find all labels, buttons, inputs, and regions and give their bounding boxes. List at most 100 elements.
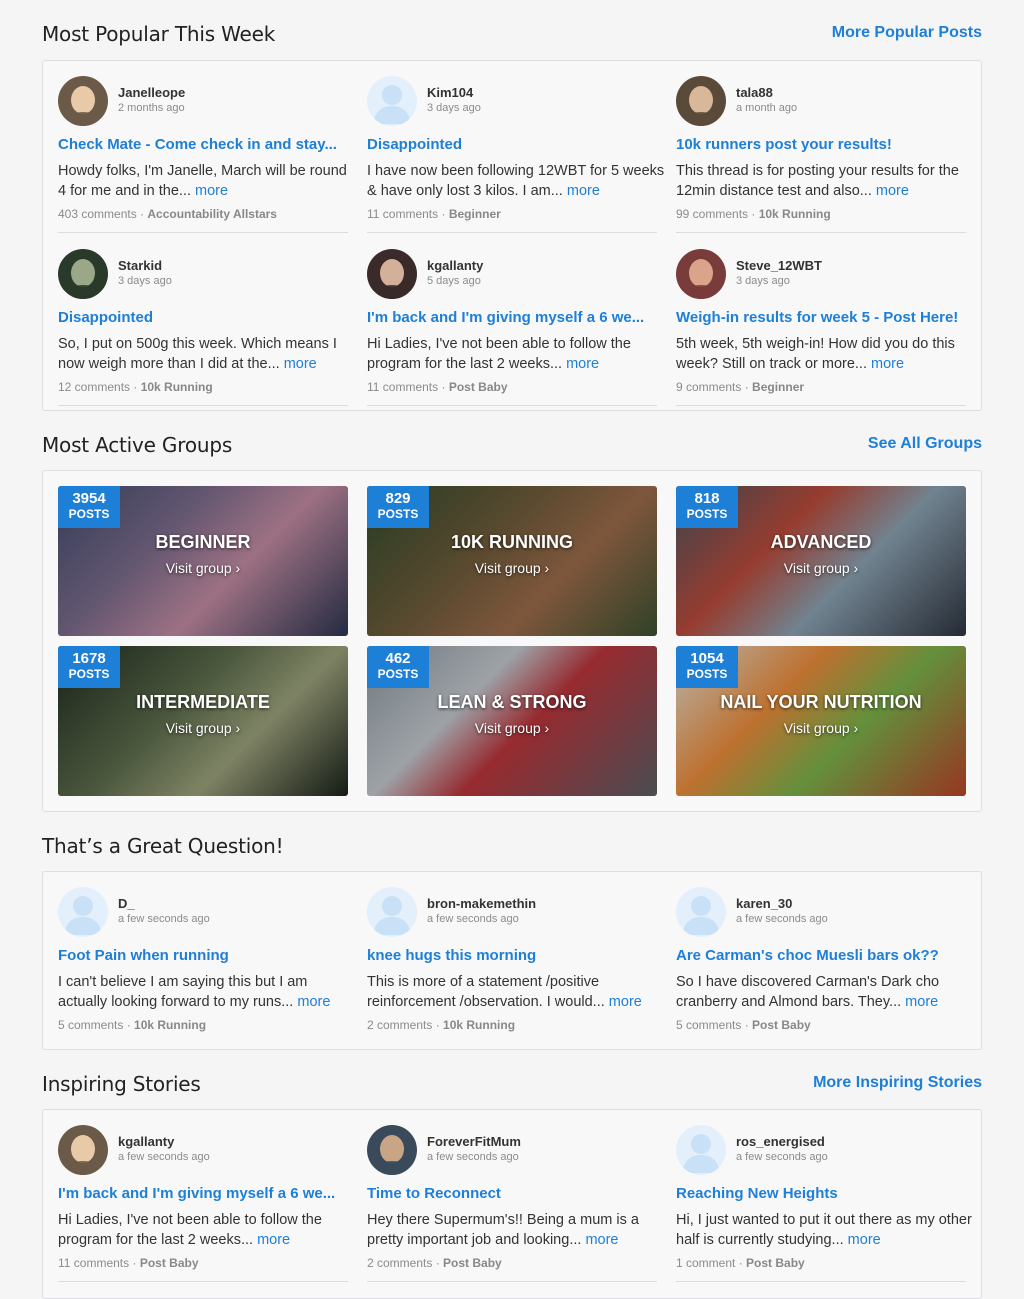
more-link[interactable]: more <box>905 994 938 1010</box>
username[interactable]: Starkid <box>118 258 162 273</box>
post-count: 1054 <box>690 650 724 667</box>
more-link[interactable]: more <box>566 356 599 372</box>
group-tile[interactable]: 818 POSTS ADVANCED Visit group › <box>676 486 966 636</box>
post-title-link[interactable]: Disappointed <box>367 136 667 153</box>
visit-group-link[interactable]: Visit group › <box>58 560 348 576</box>
comment-count[interactable]: 9 comments <box>676 380 741 394</box>
more-link[interactable]: more <box>257 1232 290 1248</box>
comment-count[interactable]: 2 comments <box>367 1018 432 1032</box>
post-title-link[interactable]: Time to Reconnect <box>367 1185 667 1202</box>
username[interactable]: Janelleope <box>118 85 185 100</box>
username[interactable]: kgallanty <box>118 1134 174 1149</box>
group-tag[interactable]: 10k Running <box>759 207 831 221</box>
avatar[interactable] <box>676 249 726 299</box>
visit-group-link[interactable]: Visit group › <box>367 720 657 736</box>
comment-count[interactable]: 1 comment <box>676 1256 735 1270</box>
more-link[interactable]: more <box>871 356 904 372</box>
comment-count[interactable]: 12 comments <box>58 380 130 394</box>
avatar[interactable] <box>58 887 108 937</box>
post-title-link[interactable]: Reaching New Heights <box>676 1185 976 1202</box>
username[interactable]: tala88 <box>736 85 773 100</box>
more-inspiring-stories-link[interactable]: More Inspiring Stories <box>813 1074 982 1092</box>
group-tag[interactable]: Beginner <box>752 380 804 394</box>
group-tag[interactable]: 10k Running <box>134 1018 206 1032</box>
username[interactable]: D_ <box>118 896 135 911</box>
username[interactable]: ros_energised <box>736 1134 825 1149</box>
username[interactable]: ForeverFitMum <box>427 1134 521 1149</box>
post-meta: 11 comments · Post Baby <box>367 380 508 394</box>
avatar[interactable] <box>367 249 417 299</box>
post-title-link[interactable]: Weigh-in results for week 5 - Post Here! <box>676 309 976 326</box>
avatar[interactable] <box>676 887 726 937</box>
post-title-link[interactable]: I'm back and I'm giving myself a 6 we... <box>367 309 667 326</box>
group-tile[interactable]: 829 POSTS 10K RUNNING Visit group › <box>367 486 657 636</box>
group-tag[interactable]: Post Baby <box>140 1256 199 1270</box>
post-title-link[interactable]: Disappointed <box>58 309 358 326</box>
comment-count[interactable]: 11 comments <box>58 1256 129 1270</box>
username[interactable]: karen_30 <box>736 896 792 911</box>
comment-count[interactable]: 2 comments <box>367 1256 432 1270</box>
visit-group-link[interactable]: Visit group › <box>58 720 348 736</box>
comment-count[interactable]: 11 comments <box>367 207 438 221</box>
comment-count[interactable]: 403 comments <box>58 207 137 221</box>
post-title-link[interactable]: knee hugs this morning <box>367 947 667 964</box>
post-title-link[interactable]: I'm back and I'm giving myself a 6 we... <box>58 1185 358 1202</box>
group-tag[interactable]: 10k Running <box>443 1018 515 1032</box>
post-meta: 2 comments · 10k Running <box>367 1018 515 1032</box>
post-title-link[interactable]: Are Carman's choc Muesli bars ok?? <box>676 947 976 964</box>
comment-count[interactable]: 11 comments <box>367 380 438 394</box>
see-all-groups-link[interactable]: See All Groups <box>868 435 982 453</box>
avatar[interactable] <box>676 76 726 126</box>
group-tile[interactable]: 462 POSTS LEAN & STRONG Visit group › <box>367 646 657 796</box>
visit-group-link[interactable]: Visit group › <box>676 560 966 576</box>
more-link[interactable]: more <box>297 994 330 1010</box>
more-link[interactable]: more <box>284 356 317 372</box>
username[interactable]: Steve_12WBT <box>736 258 822 273</box>
meta-separator: · <box>438 380 449 394</box>
post-count: 462 <box>385 650 411 667</box>
post-timestamp: a few seconds ago <box>427 913 519 925</box>
comment-count[interactable]: 5 comments <box>58 1018 123 1032</box>
group-tag[interactable]: Accountability Allstars <box>147 207 277 221</box>
username[interactable]: Kim104 <box>427 85 473 100</box>
avatar[interactable] <box>676 1125 726 1175</box>
avatar[interactable] <box>367 76 417 126</box>
more-link[interactable]: more <box>195 183 228 199</box>
group-tag[interactable]: Beginner <box>449 207 501 221</box>
meta-separator: · <box>735 1256 747 1270</box>
divider <box>367 1281 657 1282</box>
post-title-link[interactable]: Foot Pain when running <box>58 947 358 964</box>
avatar[interactable] <box>58 76 108 126</box>
username[interactable]: bron-makemethin <box>427 896 536 911</box>
post-meta: 403 comments · Accountability Allstars <box>58 207 277 221</box>
more-link[interactable]: more <box>848 1232 881 1248</box>
post-excerpt: This thread is for posting your results … <box>676 161 976 201</box>
visit-group-link[interactable]: Visit group › <box>676 720 966 736</box>
group-tile[interactable]: 1054 POSTS NAIL YOUR NUTRITION Visit group … <box>676 646 966 796</box>
group-tag[interactable]: Post Baby <box>449 380 508 394</box>
group-tile[interactable]: 3954 POSTS BEGINNER Visit group › <box>58 486 348 636</box>
more-link[interactable]: more <box>585 1232 618 1248</box>
comment-count[interactable]: 5 comments <box>676 1018 741 1032</box>
avatar[interactable] <box>58 1125 108 1175</box>
more-popular-posts-link[interactable]: More Popular Posts <box>832 24 982 42</box>
group-tag[interactable]: 10k Running <box>141 380 213 394</box>
divider <box>58 405 348 406</box>
more-link[interactable]: more <box>876 183 909 199</box>
group-tag[interactable]: Post Baby <box>443 1256 502 1270</box>
group-tile[interactable]: 1678 POSTS INTERMEDIATE Visit group › <box>58 646 348 796</box>
avatar[interactable] <box>58 249 108 299</box>
meta-separator: · <box>432 1018 444 1032</box>
group-tag[interactable]: Post Baby <box>752 1018 811 1032</box>
avatar[interactable] <box>367 887 417 937</box>
meta-separator: · <box>438 207 449 221</box>
post-title-link[interactable]: 10k runners post your results! <box>676 136 976 153</box>
username[interactable]: kgallanty <box>427 258 483 273</box>
comment-count[interactable]: 99 comments <box>676 207 748 221</box>
group-tag[interactable]: Post Baby <box>746 1256 805 1270</box>
post-title-link[interactable]: Check Mate - Come check in and stay... <box>58 136 358 153</box>
more-link[interactable]: more <box>609 994 642 1010</box>
avatar[interactable] <box>367 1125 417 1175</box>
more-link[interactable]: more <box>567 183 600 199</box>
visit-group-link[interactable]: Visit group › <box>367 560 657 576</box>
